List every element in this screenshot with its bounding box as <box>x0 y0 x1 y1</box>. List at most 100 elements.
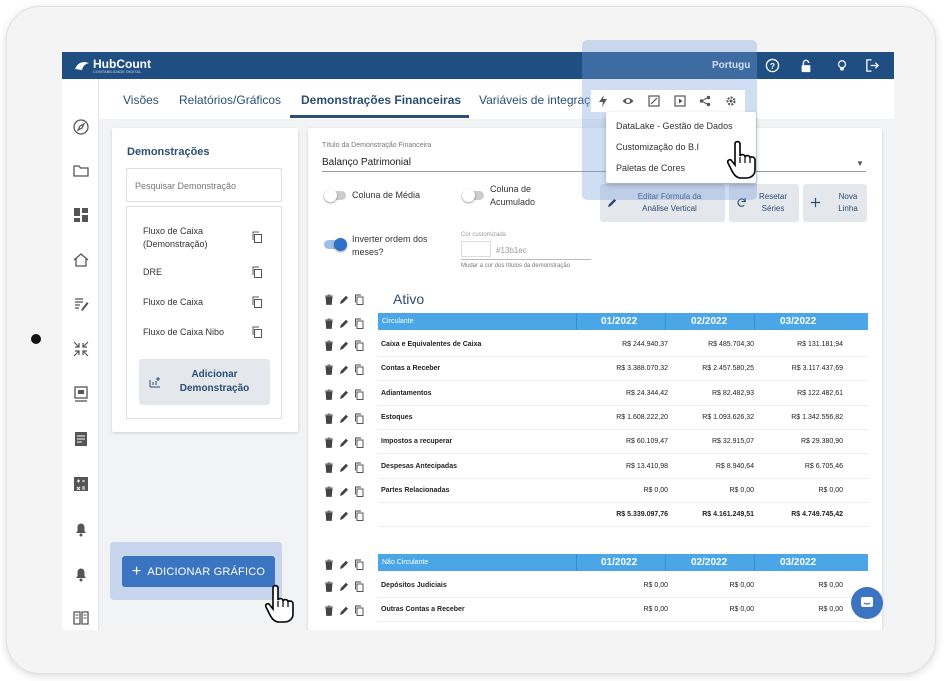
book-icon[interactable] <box>72 609 90 627</box>
unlock-icon[interactable] <box>797 57 814 74</box>
new-line-button[interactable]: Nova Linha <box>803 184 867 222</box>
copy-icon[interactable] <box>354 435 364 449</box>
copy-icon[interactable] <box>354 603 364 617</box>
pencil-icon[interactable] <box>339 557 349 569</box>
compass-icon[interactable] <box>72 118 90 136</box>
copy-icon[interactable] <box>354 411 364 424</box>
pencil-icon[interactable] <box>339 579 349 591</box>
table-row[interactable]: Outras Contas a Receber R$ 0,00 R$ 0,00 R$ … <box>378 598 868 622</box>
pencil-icon[interactable] <box>339 338 349 350</box>
dashboard-icon[interactable] <box>72 206 90 224</box>
media-toggle[interactable] <box>324 189 346 202</box>
table-row[interactable]: Despesas Antecipadas R$ 13.410,98 R$ 8.940… <box>378 455 868 479</box>
acumulado-toggle[interactable] <box>462 189 484 202</box>
list-item[interactable]: DRE <box>143 266 243 279</box>
tab-visoes[interactable]: Visões <box>123 93 159 107</box>
copy-icon[interactable] <box>354 460 364 473</box>
list-item[interactable]: Fluxo de Caixa <box>143 296 243 309</box>
expand-icon[interactable] <box>648 95 660 107</box>
pencil-icon[interactable] <box>339 387 349 399</box>
color-swatch[interactable] <box>461 241 491 257</box>
copy-icon[interactable] <box>354 387 364 400</box>
chevron-down-icon[interactable]: ▼ <box>856 159 864 168</box>
copy-icon[interactable] <box>354 338 364 351</box>
delete-icon[interactable] <box>324 460 334 473</box>
menu-item-customizacao-bi[interactable]: Customização do B.I <box>616 142 699 152</box>
pencil-icon[interactable] <box>339 484 349 496</box>
copy-icon[interactable] <box>354 316 364 329</box>
delete-icon[interactable] <box>324 508 334 521</box>
menu-item-paletas-cores[interactable]: Paletas de Cores <box>616 163 685 173</box>
copy-icon[interactable] <box>354 362 364 376</box>
copy-icon[interactable] <box>354 557 364 570</box>
title-field-input[interactable]: Balanço Patrimonial <box>322 157 411 168</box>
table-row[interactable]: Estoques R$ 1.608.222,20 R$ 1.093.626,32 R$… <box>378 406 868 430</box>
logo[interactable]: HubCount CONTABILIDADE DIGITAL <box>74 57 151 74</box>
delete-icon[interactable] <box>324 362 334 376</box>
tab-demonstracoes-financeiras[interactable]: Demonstrações Financeiras <box>301 93 461 107</box>
add-graph-button[interactable]: + ADICIONAR GRÁFICO <box>122 556 275 587</box>
folder-icon[interactable] <box>72 162 90 180</box>
delete-icon[interactable] <box>324 579 334 592</box>
copy-icon[interactable] <box>251 266 263 278</box>
collapse-arrows-icon[interactable] <box>72 340 90 358</box>
report-device-icon[interactable] <box>72 385 90 403</box>
menu-item-datalake[interactable]: DataLake - Gestão de Dados <box>616 121 733 131</box>
delete-icon[interactable] <box>324 387 334 400</box>
delete-icon[interactable] <box>324 411 334 424</box>
table-row[interactable]: R$ 5.339.097,76 R$ 4.161.249,51 R$ 4.749.7… <box>378 503 868 527</box>
lightbulb-icon[interactable] <box>833 57 850 74</box>
bell-icon[interactable] <box>72 565 90 583</box>
search-demonstration-input[interactable]: Pesquisar Demonstração <box>126 168 282 202</box>
delete-icon[interactable] <box>324 292 334 305</box>
table-row[interactable]: Caixa e Equivalentes de Caixa R$ 244.940,… <box>378 333 868 357</box>
pencil-icon[interactable] <box>339 316 349 328</box>
pencil-icon[interactable] <box>339 292 349 304</box>
gear-icon[interactable] <box>725 95 737 107</box>
eye-icon[interactable] <box>622 95 634 107</box>
delete-icon[interactable] <box>324 435 334 449</box>
copy-icon[interactable] <box>251 231 263 243</box>
delete-icon[interactable] <box>324 557 334 570</box>
copy-icon[interactable] <box>354 579 364 592</box>
edit-note-icon[interactable] <box>72 295 90 313</box>
inverter-toggle[interactable] <box>324 238 347 251</box>
help-icon[interactable]: ? <box>764 57 781 74</box>
lightning-icon[interactable] <box>597 95 609 107</box>
home-icon[interactable] <box>72 251 90 269</box>
bell-alert-icon[interactable] <box>72 520 90 538</box>
table-row[interactable]: Partes Relacionadas R$ 0,00 R$ 0,00 R$ 0,00 <box>378 479 868 503</box>
tab-variaveis-integracao[interactable]: Variáveis de integraç <box>479 93 590 107</box>
calculator-icon[interactable] <box>72 475 90 493</box>
copy-icon[interactable] <box>354 292 364 305</box>
table-row[interactable]: Contas a Receber R$ 3.388.070,32 R$ 2.457.… <box>378 357 868 381</box>
chat-button[interactable] <box>851 587 883 619</box>
pencil-icon[interactable] <box>339 508 349 521</box>
table-row[interactable]: Depósitos Judiciais R$ 0,00 R$ 0,00 R$ 0,00 <box>378 574 868 598</box>
copy-icon[interactable] <box>354 484 364 497</box>
row-label: Caixa e Equivalentes de Caixa <box>381 341 482 348</box>
pencil-icon[interactable] <box>339 411 349 423</box>
list-item[interactable]: Fluxo de Caixa (Demonstração) <box>143 225 243 251</box>
list-item[interactable]: Fluxo de Caixa Nibo <box>143 326 243 339</box>
add-demonstration-button[interactable]: Adicionar Demonstração <box>139 359 270 405</box>
pencil-icon[interactable] <box>339 362 349 375</box>
ledger-icon[interactable] <box>72 430 90 448</box>
play-icon[interactable] <box>674 95 686 107</box>
pencil-icon[interactable] <box>339 460 349 472</box>
copy-icon[interactable] <box>354 508 364 522</box>
tab-relatorios-graficos[interactable]: Relatórios/Gráficos <box>179 93 281 107</box>
share-icon[interactable] <box>699 95 711 107</box>
table-row[interactable]: Adiantamentos R$ 24.344,42 R$ 82.482,93 R$ … <box>378 382 868 406</box>
table-row[interactable]: Impostos a recuperar R$ 60.109,47 R$ 32.91… <box>378 430 868 454</box>
delete-icon[interactable] <box>324 316 334 329</box>
delete-icon[interactable] <box>324 338 334 351</box>
delete-icon[interactable] <box>324 484 334 497</box>
custom-color-input[interactable]: #13b1ec <box>496 246 527 255</box>
copy-icon[interactable] <box>251 326 263 338</box>
delete-icon[interactable] <box>324 603 334 617</box>
pencil-icon[interactable] <box>339 603 349 616</box>
copy-icon[interactable] <box>251 296 263 308</box>
logout-icon[interactable] <box>864 57 881 74</box>
pencil-icon[interactable] <box>339 435 349 448</box>
